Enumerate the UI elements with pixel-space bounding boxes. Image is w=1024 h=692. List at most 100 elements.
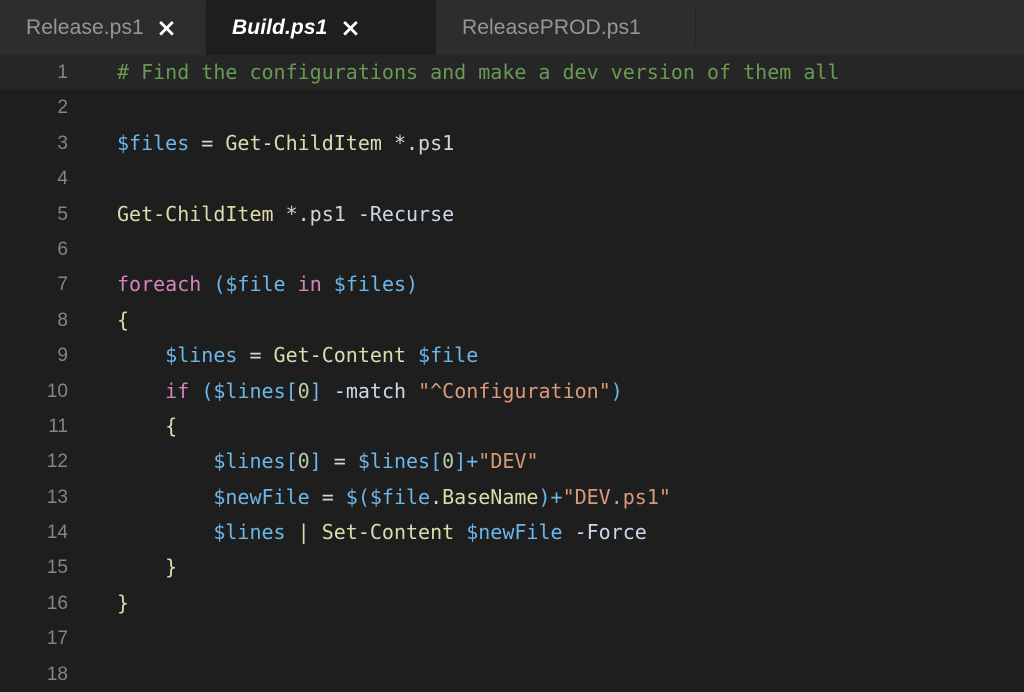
code-line-text: } (117, 550, 1024, 585)
line-number: 17 (46, 628, 68, 650)
line-number: 6 (57, 238, 68, 260)
code-line[interactable]: 16} (0, 586, 1024, 621)
code-token: BaseName (442, 484, 539, 509)
line-number: 11 (48, 415, 68, 437)
editor-tab-bar: Release.ps1 Build.ps1 ReleasePROD.ps1 (0, 0, 1024, 55)
code-line-text: # Find the configurations and make a dev… (117, 55, 1024, 90)
code-token: $file (369, 484, 431, 509)
line-number: 18 (46, 663, 68, 685)
code-token: = (321, 449, 358, 474)
code-token: ) (538, 484, 551, 509)
code-line-text: foreach ($file in $files) (117, 267, 1024, 302)
code-token: ] (309, 378, 322, 403)
code-line-text: Get-ChildItem *.ps1 -Recurse (117, 197, 1024, 232)
code-line-text: $lines[0] = $lines[0]+"DEV" (117, 444, 1024, 479)
code-line-text: { (117, 409, 1024, 444)
line-number: 16 (46, 592, 68, 614)
line-number: 1 (57, 62, 68, 83)
code-token: # Find the configurations and make a dev… (117, 60, 840, 84)
code-token: { (117, 307, 130, 332)
code-token: } (165, 555, 178, 580)
code-token: Get-Content (273, 343, 406, 368)
code-line[interactable]: 7 foreach ($file in $files) (0, 267, 1024, 302)
line-number: 9 (57, 345, 68, 367)
code-token: . (430, 484, 443, 509)
code-token: "^Configuration" (418, 378, 611, 403)
code-token: = (189, 130, 226, 155)
code-line[interactable]: 5 Get-ChildItem *.ps1 -Recurse (0, 197, 1024, 232)
code-line[interactable]: 2 (0, 90, 1024, 125)
code-line-text: $lines = Get-Content $file (117, 338, 1024, 373)
code-line[interactable]: 6 (0, 232, 1024, 267)
code-line[interactable]: 15 } (0, 550, 1024, 585)
code-token: ) (406, 272, 419, 297)
code-token: in (297, 272, 322, 297)
code-token: $( (345, 484, 370, 509)
code-token: = (309, 484, 346, 509)
code-token: | (297, 520, 310, 545)
code-token: -match (333, 378, 407, 403)
code-token: + (550, 484, 563, 509)
editor-tab-active[interactable]: Build.ps1 (206, 0, 436, 55)
code-token: Get-ChildItem (225, 130, 382, 155)
code-token: [ (285, 378, 298, 403)
code-line-text: $newFile = $($file.BaseName)+"DEV.ps1" (117, 480, 1024, 515)
line-number: 4 (57, 168, 68, 190)
editor-tab[interactable]: ReleasePROD.ps1 (436, 0, 696, 55)
code-line-text: if ($lines[0] -match "^Configuration") (117, 374, 1024, 409)
line-number: 7 (57, 274, 68, 296)
code-line[interactable]: 4 (0, 161, 1024, 196)
tab-label: Build.ps1 (232, 15, 328, 39)
code-line-text: { (117, 303, 1024, 338)
code-token: -Force (574, 520, 647, 545)
code-line[interactable]: 1 # Find the configurations and make a de… (0, 55, 1024, 91)
code-token: $lines (357, 449, 431, 474)
tab-label: ReleasePROD.ps1 (462, 15, 641, 39)
line-number: 3 (57, 132, 68, 154)
code-token: $file (225, 272, 286, 297)
code-line[interactable]: 8{ (0, 303, 1024, 338)
code-token: if (165, 378, 190, 403)
code-line[interactable]: 14 $lines | Set-Content $newFile -Force (0, 515, 1024, 550)
code-line-text: } (117, 586, 1024, 621)
code-token: $newFile (213, 484, 310, 509)
code-line[interactable]: 3 $files = Get-ChildItem *.ps1 (0, 126, 1024, 161)
line-number: 12 (46, 451, 68, 473)
code-line[interactable]: 13 $newFile = $($file.BaseName)+"DEV.ps1… (0, 480, 1024, 515)
code-token: $lines (213, 449, 286, 474)
code-token: 0 (297, 378, 310, 403)
code-line[interactable]: 11 { (0, 409, 1024, 444)
code-token: } (117, 590, 130, 615)
code-token: ] (454, 449, 467, 474)
code-token: { (165, 413, 178, 438)
code-line[interactable]: 10 if ($lines[0] -match "^Configuration"… (0, 374, 1024, 409)
editor-tab[interactable]: Release.ps1 (0, 0, 206, 55)
close-icon[interactable] (144, 0, 190, 55)
code-line[interactable]: 9 $lines = Get-Content $file (0, 338, 1024, 373)
code-line[interactable]: 18 (0, 657, 1024, 692)
code-token: foreach (117, 272, 202, 297)
line-number: 5 (57, 203, 68, 225)
code-editor[interactable]: 1 # Find the configurations and make a de… (0, 55, 1024, 692)
code-line[interactable]: 12 $lines[0] = $lines[0]+"DEV" (0, 444, 1024, 479)
code-line[interactable]: 17 (0, 621, 1024, 656)
close-icon[interactable] (327, 0, 373, 55)
code-line-text: $lines | Set-Content $newFile -Force (117, 515, 1024, 550)
code-token: -Recurse (357, 201, 455, 226)
code-token: "DEV.ps1" (562, 484, 671, 509)
code-token: = (237, 343, 274, 368)
code-token: *.ps1 (273, 201, 358, 226)
